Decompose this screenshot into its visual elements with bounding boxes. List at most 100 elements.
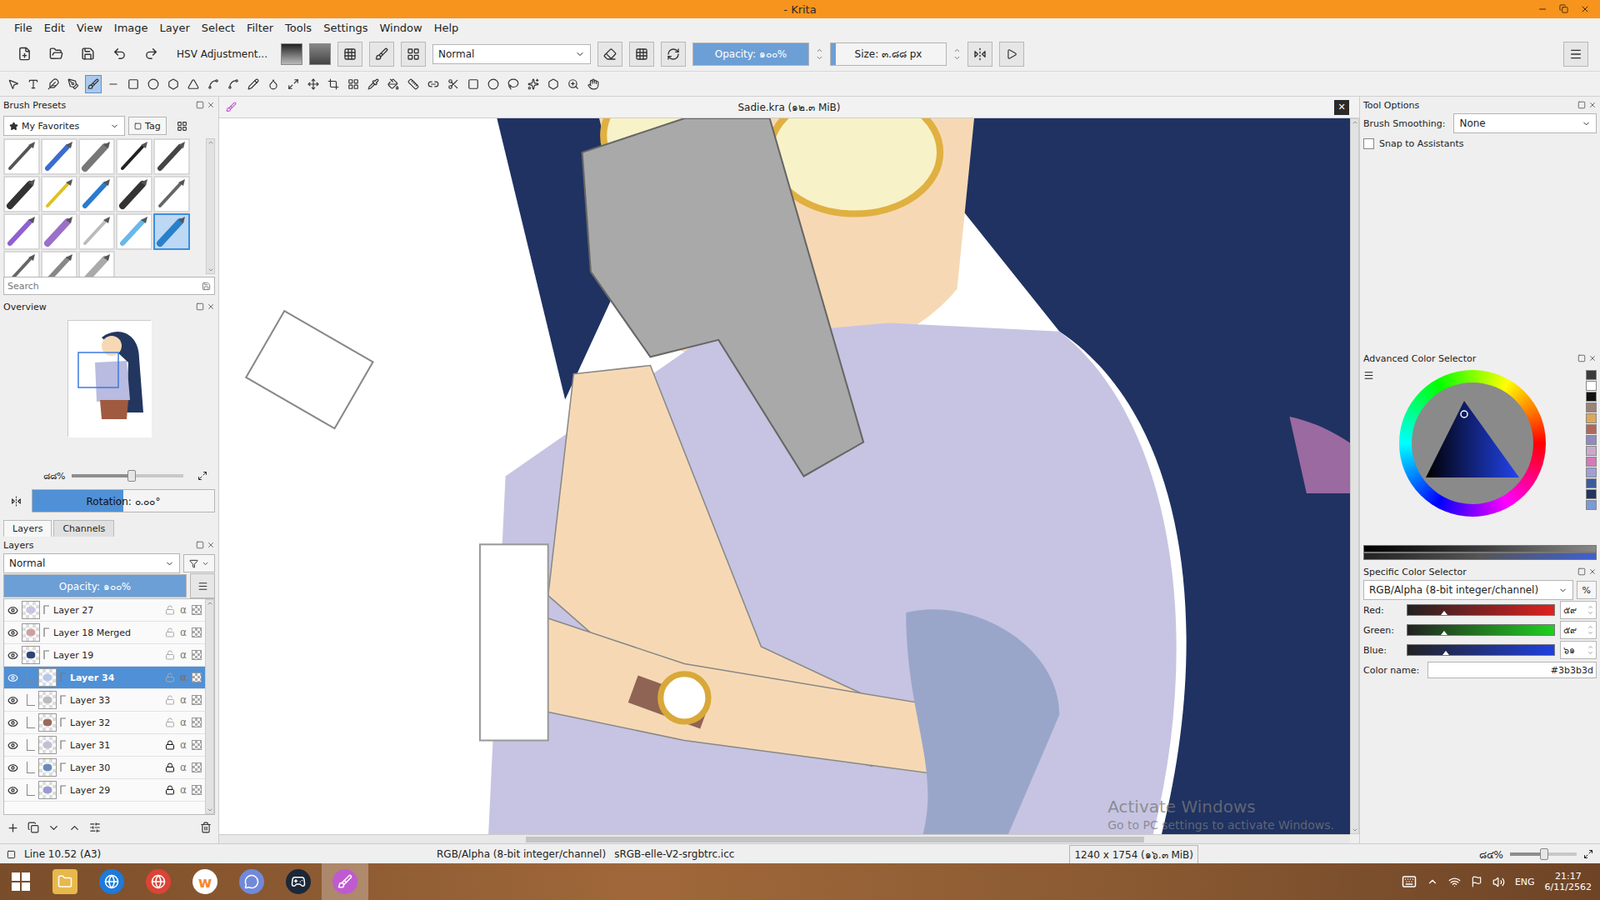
visibility-eye-icon[interactable] bbox=[7, 650, 19, 661]
recent-color-swatch[interactable] bbox=[1585, 478, 1597, 489]
fit-icon[interactable] bbox=[1583, 849, 1594, 860]
menu-item[interactable]: Edit bbox=[38, 21, 71, 35]
selector-settings-icon[interactable] bbox=[1363, 370, 1375, 381]
filter-preset-button[interactable]: HSV Adjustment... bbox=[170, 48, 275, 60]
channel-spin[interactable] bbox=[1587, 604, 1594, 616]
taskbar-app[interactable] bbox=[88, 863, 135, 900]
tool-button[interactable] bbox=[385, 75, 402, 94]
recent-color-swatch[interactable] bbox=[1585, 391, 1597, 402]
taskbar-app[interactable] bbox=[228, 863, 275, 900]
alpha-lock-icon[interactable]: α bbox=[178, 649, 189, 661]
menu-item[interactable]: View bbox=[70, 21, 109, 35]
recent-color-swatch[interactable] bbox=[1585, 435, 1597, 445]
smoothing-select[interactable]: None bbox=[1453, 113, 1597, 134]
color-model-select[interactable]: RGB/Alpha (8-bit integer/channel) bbox=[1363, 580, 1574, 600]
layer-row[interactable]: Layer 34α bbox=[4, 666, 205, 690]
mirror-view-button[interactable] bbox=[3, 488, 29, 514]
undo-button[interactable] bbox=[106, 41, 132, 67]
show-hidden-icon[interactable] bbox=[1426, 875, 1439, 888]
tool-button[interactable] bbox=[25, 75, 42, 94]
alpha-lock-icon[interactable]: α bbox=[178, 716, 189, 729]
visibility-eye-icon[interactable] bbox=[7, 740, 19, 751]
rotation-slider[interactable]: Rotation: ๐.๐๐° bbox=[31, 489, 215, 513]
menu-item[interactable]: Tools bbox=[279, 21, 318, 35]
inherit-alpha-icon[interactable] bbox=[191, 785, 202, 795]
overview-zoom-handle[interactable] bbox=[127, 470, 136, 482]
workspace-button[interactable] bbox=[1563, 41, 1589, 67]
visibility-eye-icon[interactable] bbox=[7, 672, 19, 684]
recent-color-swatch[interactable] bbox=[1585, 500, 1597, 510]
channel-slider[interactable] bbox=[1406, 644, 1555, 656]
recent-color-swatch[interactable] bbox=[1585, 445, 1597, 456]
tool-button[interactable] bbox=[285, 75, 302, 94]
menu-item[interactable]: Layer bbox=[154, 21, 196, 35]
inherit-alpha-icon[interactable] bbox=[191, 627, 202, 638]
close-icon[interactable] bbox=[1588, 567, 1597, 576]
opacity-slider[interactable]: Opacity: ๑๐๐% bbox=[692, 42, 810, 66]
unlocked-icon[interactable] bbox=[165, 627, 175, 638]
tool-button[interactable] bbox=[365, 75, 382, 94]
brush-editor-button[interactable] bbox=[369, 41, 395, 67]
layer-row[interactable]: Layer 18 Mergedα bbox=[4, 621, 205, 645]
tool-button[interactable] bbox=[125, 75, 142, 94]
brush-preset[interactable] bbox=[153, 175, 190, 213]
save-button[interactable] bbox=[75, 41, 100, 67]
layer-row[interactable]: Layer 30α bbox=[4, 756, 205, 780]
preset-view-button[interactable] bbox=[170, 113, 195, 139]
close-icon[interactable] bbox=[206, 100, 215, 110]
reload-preset-button[interactable] bbox=[660, 41, 686, 67]
open-button[interactable] bbox=[43, 41, 69, 67]
visibility-eye-icon[interactable] bbox=[7, 695, 19, 706]
tool-button[interactable] bbox=[485, 75, 502, 94]
locked-icon[interactable] bbox=[165, 762, 175, 773]
inherit-alpha-icon[interactable] bbox=[191, 717, 202, 728]
dock-tab[interactable]: Channels bbox=[53, 520, 115, 537]
hue-ring[interactable] bbox=[1399, 370, 1546, 517]
layer-row[interactable]: Layer 31α bbox=[4, 734, 205, 757]
tool-button[interactable] bbox=[5, 75, 22, 94]
brush-preset[interactable] bbox=[3, 175, 40, 213]
layers-scrollbar[interactable] bbox=[205, 599, 215, 815]
locked-icon[interactable] bbox=[165, 740, 175, 750]
brush-preset[interactable] bbox=[40, 138, 78, 175]
alpha-lock-icon[interactable]: α bbox=[178, 671, 189, 684]
tool-button[interactable] bbox=[265, 75, 282, 94]
tool-button[interactable] bbox=[225, 75, 242, 94]
inherit-alpha-icon[interactable] bbox=[191, 695, 202, 705]
overview-zoom-slider[interactable] bbox=[71, 474, 184, 478]
size-spin[interactable] bbox=[953, 46, 961, 62]
recent-color-swatch[interactable] bbox=[1585, 424, 1597, 435]
brush-preset[interactable] bbox=[78, 138, 115, 175]
alpha-lock-icon[interactable]: α bbox=[178, 739, 189, 751]
alpha-lock-icon[interactable]: α bbox=[178, 784, 189, 796]
menu-item[interactable]: Help bbox=[428, 21, 465, 35]
preset-search[interactable]: Search bbox=[3, 276, 215, 295]
tool-button[interactable] bbox=[105, 75, 122, 94]
tool-button[interactable] bbox=[245, 75, 262, 94]
color-swatch-button[interactable] bbox=[337, 41, 363, 67]
locked-icon[interactable] bbox=[165, 785, 175, 795]
inherit-alpha-icon[interactable] bbox=[191, 672, 202, 683]
zoom-handle[interactable] bbox=[1540, 848, 1549, 860]
brush-preset[interactable] bbox=[153, 213, 190, 250]
inherit-alpha-icon[interactable] bbox=[191, 605, 202, 615]
close-window-icon[interactable] bbox=[1580, 4, 1590, 15]
alpha-lock-icon[interactable]: α bbox=[178, 694, 189, 706]
unlocked-icon[interactable] bbox=[165, 695, 175, 705]
tool-button[interactable] bbox=[345, 75, 362, 94]
tool-button[interactable] bbox=[185, 75, 202, 94]
tool-button[interactable] bbox=[425, 75, 442, 94]
tool-button[interactable] bbox=[205, 75, 222, 94]
overview-thumbnail[interactable] bbox=[68, 320, 152, 438]
float-icon[interactable] bbox=[195, 302, 205, 311]
recent-color-swatch[interactable] bbox=[1585, 402, 1597, 413]
brush-preset[interactable] bbox=[3, 213, 40, 250]
recent-color-swatch[interactable] bbox=[1585, 370, 1597, 380]
tool-button[interactable] bbox=[65, 75, 82, 94]
recent-color-swatch[interactable] bbox=[1585, 413, 1597, 424]
minimize-icon[interactable] bbox=[1537, 4, 1548, 15]
tool-button[interactable] bbox=[305, 75, 322, 94]
canvas[interactable] bbox=[219, 118, 1350, 835]
unlocked-icon[interactable] bbox=[165, 605, 175, 615]
recent-color-swatch[interactable] bbox=[1585, 489, 1597, 500]
